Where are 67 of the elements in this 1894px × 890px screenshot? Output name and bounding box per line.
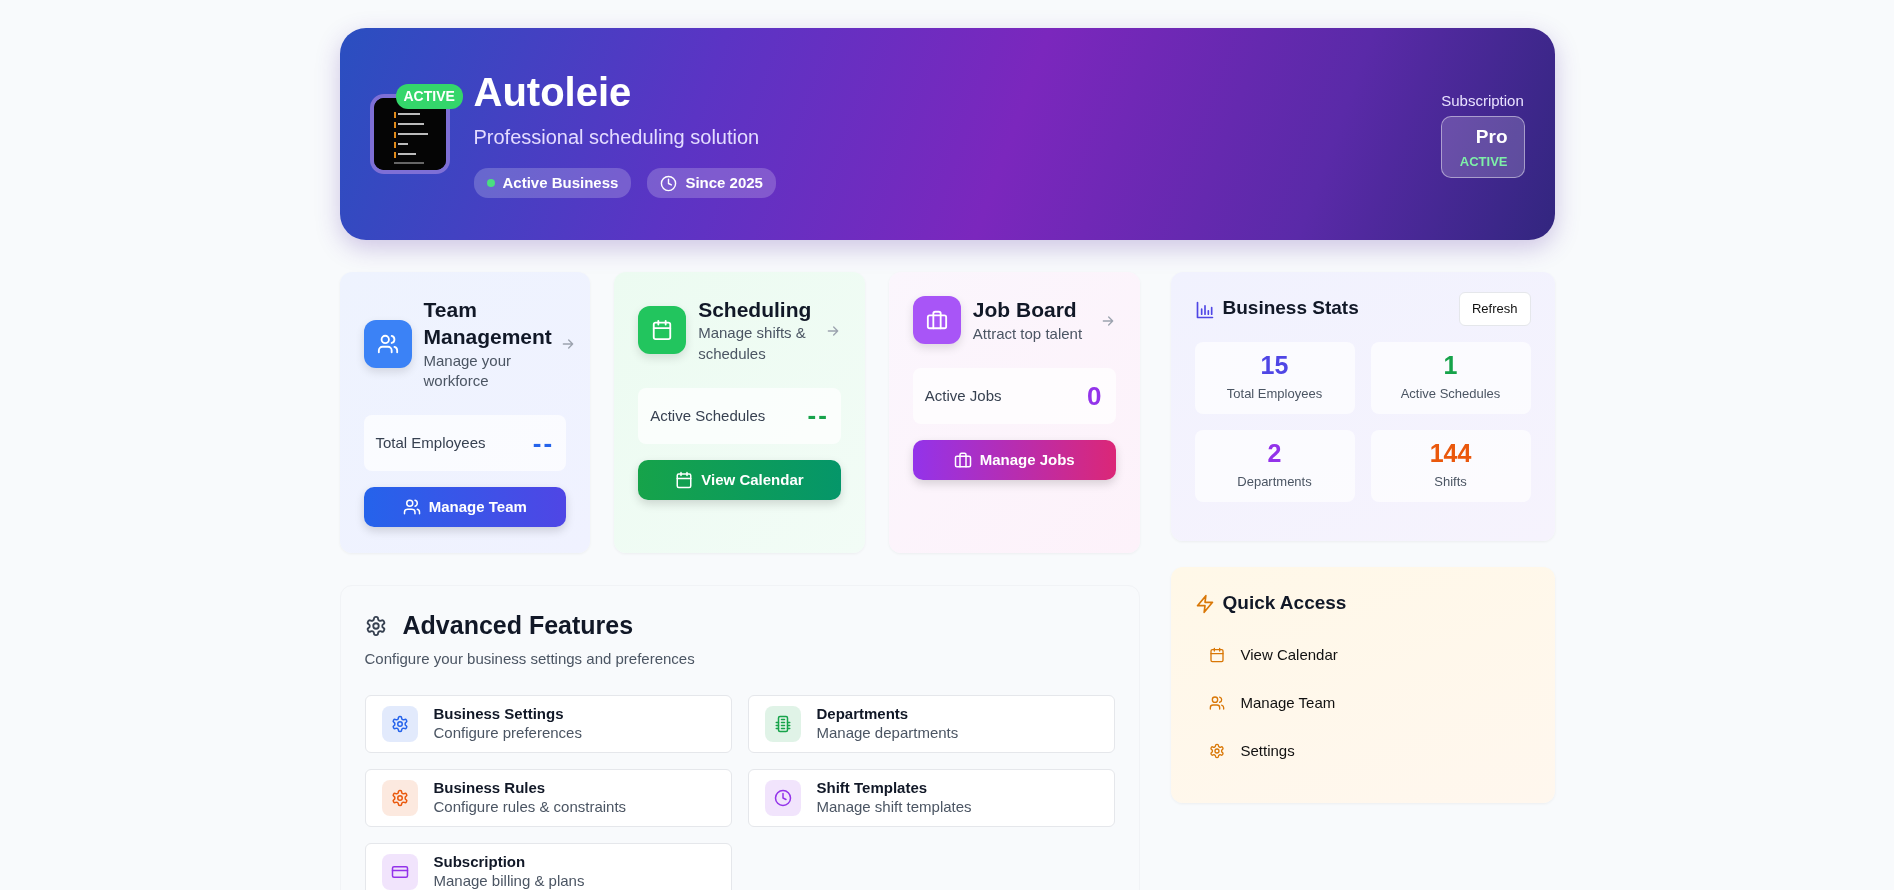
stat-label: Active Jobs (924, 385, 1002, 406)
people-icon (1208, 695, 1225, 711)
settings-icon (364, 614, 387, 637)
stat-value: 0 (1087, 379, 1104, 413)
stat-label: Active Schedules (1400, 384, 1501, 403)
subscription-label: Subscription (1441, 90, 1524, 111)
quick-link[interactable]: Manage Team (1194, 679, 1531, 727)
feature-link[interactable]: Business Settings Configure preferences (364, 694, 732, 753)
status-badge: ACTIVE (395, 84, 463, 109)
card-title: Quick Access (1222, 591, 1347, 615)
feature-link[interactable]: Departments Manage departments (747, 694, 1115, 753)
stat-label: Total Employees (375, 432, 486, 453)
feature-description: Configure rules & constraints (433, 797, 627, 817)
feature-title: Shift Templates (816, 778, 929, 798)
business-tagline: Professional scheduling solution (473, 124, 761, 150)
calendar-icon (1208, 647, 1225, 663)
chip-label: Active Business (502, 172, 619, 193)
feature-title: Subscription (433, 852, 527, 872)
action-button[interactable]: Manage Team (363, 487, 567, 528)
stat-label: Shifts (1434, 472, 1467, 491)
card-subtitle: Manage your workforce (423, 350, 513, 391)
settings-icon (1208, 743, 1225, 759)
feature-title: Business Settings (433, 704, 565, 724)
people-icon (402, 498, 421, 517)
section-title: Advanced Features (402, 610, 634, 640)
bar-chart-icon (1194, 299, 1215, 320)
feature-title: Departments (816, 704, 910, 724)
lightning-icon (1194, 593, 1215, 614)
card-title: Business Stats (1222, 297, 1359, 321)
chip-label: Since 2025 (685, 172, 763, 193)
feature-title: Business Rules (433, 778, 547, 798)
calendar-icon (651, 318, 674, 341)
stat-value: 15 (1260, 352, 1289, 380)
feature-description: Manage shift templates (816, 797, 972, 817)
action-button[interactable]: View Calendar (638, 459, 841, 500)
stat-value: 144 (1429, 440, 1472, 468)
stat-value: -- (807, 399, 829, 433)
refresh-button[interactable]: Refresh (1458, 292, 1531, 326)
feature-description: Manage departments (816, 723, 959, 743)
section-subtitle: Configure your business settings and preferences (364, 649, 696, 669)
quick-link[interactable]: View Calendar (1194, 631, 1531, 679)
action-button[interactable]: Manage Jobs (912, 440, 1116, 480)
stat-value: 2 (1267, 440, 1282, 468)
feature-link[interactable]: Business Rules Configure rules & constraints (364, 768, 732, 827)
stat-value: 1 (1443, 352, 1458, 380)
plan-name: Pro (1475, 125, 1508, 150)
stat-label: Total Employees (1226, 384, 1323, 403)
card-title: Job Board (972, 297, 1078, 324)
feature-link[interactable]: Subscription Manage billing & plans (364, 842, 732, 890)
business-name: Autoleie (473, 69, 633, 114)
quick-link[interactable]: Settings (1194, 727, 1531, 775)
briefcase-icon (925, 309, 948, 331)
plan-status: ACTIVE (1459, 152, 1508, 171)
feature-link[interactable]: Shift Templates Manage shift templates (747, 768, 1115, 827)
feature-description: Configure preferences (433, 723, 582, 743)
card-title: Team Management (423, 297, 552, 351)
people-icon (376, 332, 399, 355)
briefcase-icon (953, 451, 972, 469)
calendar-icon (675, 470, 694, 489)
card-subtitle: Manage shifts & schedules (698, 323, 807, 364)
feature-description: Manage billing & plans (433, 871, 585, 890)
card-subtitle: Attract top talent (972, 323, 1084, 344)
card-title: Scheduling (698, 297, 813, 323)
stat-label: Active Schedules (650, 405, 766, 426)
stat-value: -- (532, 426, 555, 460)
clock-icon (660, 174, 678, 192)
stat-label: Departments (1237, 472, 1312, 491)
